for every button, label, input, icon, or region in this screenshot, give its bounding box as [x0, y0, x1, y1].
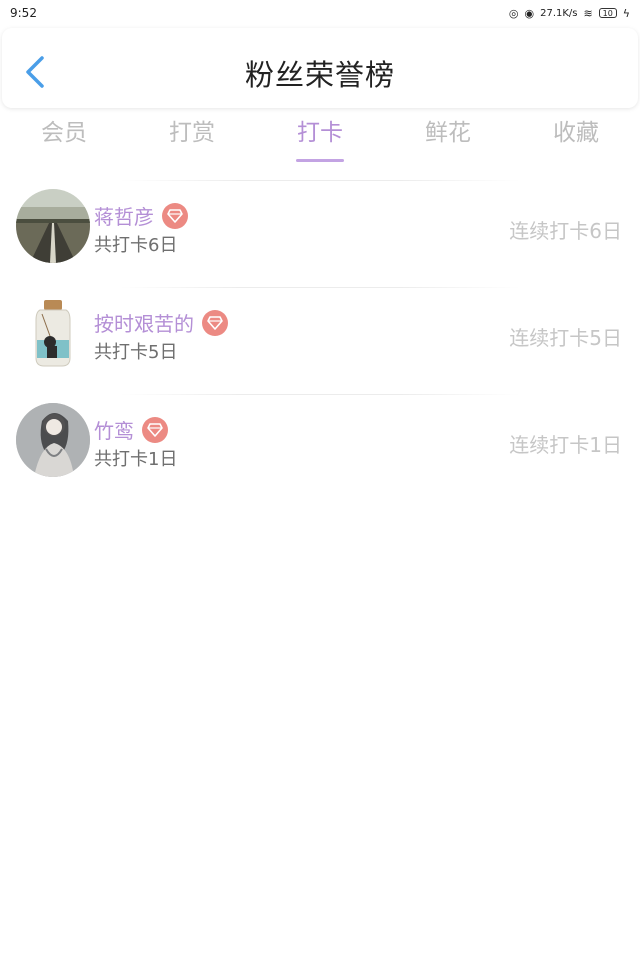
fan-name[interactable]: 竹鸾 [94, 415, 134, 444]
nfc-icon: ◎ [508, 6, 519, 20]
name-line: 竹鸾 [94, 415, 168, 444]
fan-list: 蒋哲彦 共打卡6日 连续打卡6日 按时艰苦的 共打卡5日 连续打卡5日 竹鸾 共… [0, 180, 640, 501]
avatar[interactable] [16, 403, 90, 477]
status-indicators: ◎ ◉ 27.1K/s ≋ 10 ϟ [509, 8, 630, 19]
diamond-icon [202, 309, 228, 336]
name-line: 按时艰苦的 [94, 308, 228, 337]
total-checkins: 共打卡6日 [94, 235, 178, 256]
charging-icon: ϟ [622, 6, 630, 20]
tab-label: 会员 [41, 120, 87, 146]
name-line: 蒋哲彦 [94, 201, 188, 230]
eye-icon: ◉ [524, 6, 535, 20]
tab-checkin[interactable]: 打卡 [256, 110, 384, 166]
tab-label: 打卡 [297, 120, 343, 146]
tab-label: 打赏 [169, 120, 215, 146]
avatar[interactable] [16, 189, 90, 263]
header: 粉丝荣誉榜 [2, 28, 638, 108]
total-checkins: 共打卡1日 [94, 449, 178, 470]
battery-level: 10 [602, 8, 613, 18]
total-checkins: 共打卡5日 [94, 342, 178, 363]
avatar-road-image [16, 189, 90, 263]
status-bar: 9:52 ◎ ◉ 27.1K/s ≋ 10 ϟ [0, 0, 640, 26]
battery-icon: 10 [598, 8, 617, 18]
diamond-icon [162, 202, 188, 229]
tab-member[interactable]: 会员 [0, 110, 128, 166]
list-item[interactable]: 竹鸾 共打卡1日 连续打卡1日 [0, 395, 640, 501]
network-speed: 27.1K/s [540, 7, 578, 19]
fan-name[interactable]: 蒋哲彦 [94, 201, 154, 230]
tab-label: 收藏 [553, 120, 599, 146]
list-item[interactable]: 蒋哲彦 共打卡6日 连续打卡6日 [0, 181, 640, 287]
streak-checkins: 连续打卡5日 [509, 326, 622, 350]
tab-flowers[interactable]: 鲜花 [384, 110, 512, 166]
streak-checkins: 连续打卡1日 [509, 433, 622, 457]
avatar-portrait-image [16, 403, 90, 477]
diamond-icon [142, 416, 168, 443]
tab-bar: 会员 打赏 打卡 鲜花 收藏 [0, 110, 640, 166]
fan-name[interactable]: 按时艰苦的 [94, 308, 194, 337]
page-title: 粉丝荣誉榜 [244, 58, 395, 92]
tab-reward[interactable]: 打赏 [128, 110, 256, 166]
tab-active-indicator [296, 159, 344, 162]
list-item[interactable]: 按时艰苦的 共打卡5日 连续打卡5日 [0, 288, 640, 394]
status-time: 9:52 [10, 6, 37, 20]
tab-favorites[interactable]: 收藏 [512, 110, 640, 166]
avatar[interactable] [16, 296, 90, 370]
tab-label: 鲜花 [425, 120, 471, 146]
streak-checkins: 连续打卡6日 [509, 219, 622, 243]
wifi-icon: ≋ [583, 6, 593, 20]
avatar-jar-image [16, 296, 90, 370]
